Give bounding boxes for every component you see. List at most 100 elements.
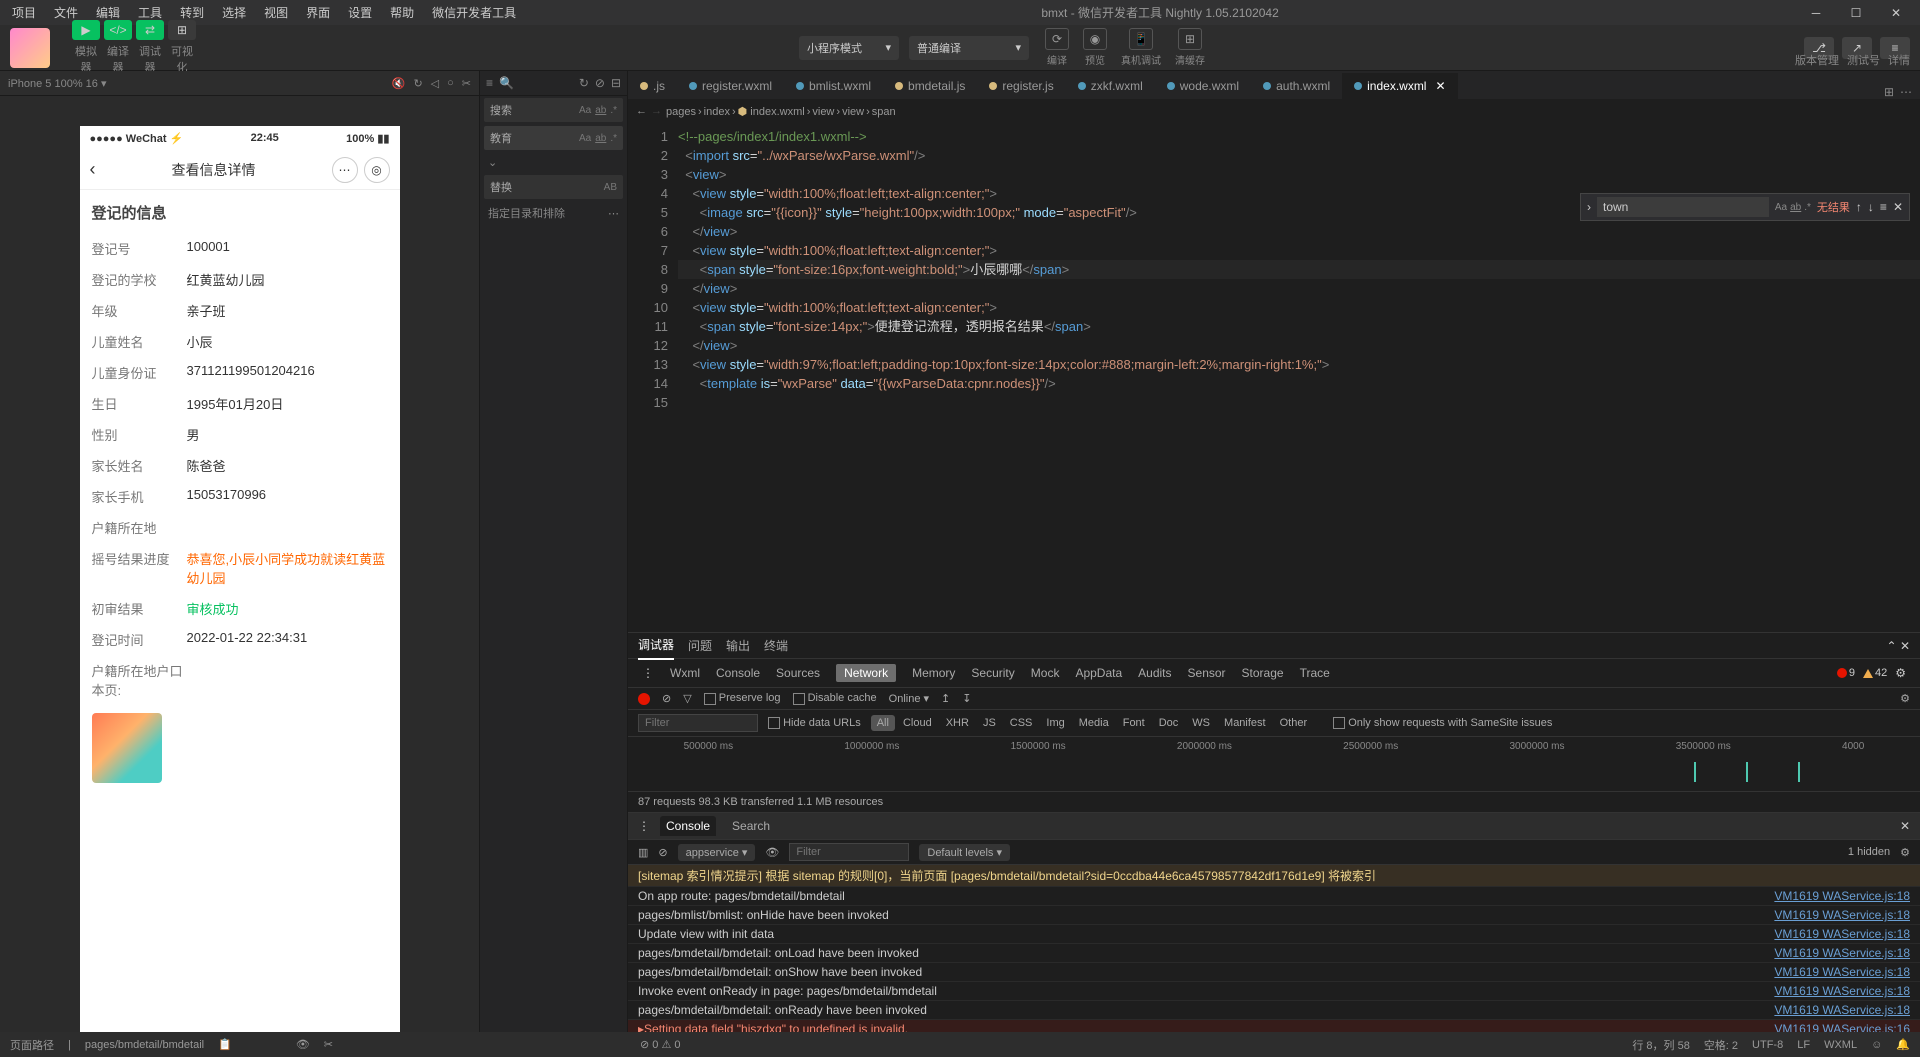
debugger-toggle[interactable]: ⇄ bbox=[136, 20, 164, 40]
menu-帮助[interactable]: 帮助 bbox=[382, 1, 422, 24]
chip-Font[interactable]: Font bbox=[1117, 715, 1151, 731]
cut-icon[interactable]: ✂ bbox=[462, 77, 471, 90]
clear-network-icon[interactable]: ⊘ bbox=[662, 692, 671, 705]
dt-menu-icon[interactable]: ⋮ bbox=[642, 666, 654, 680]
capsule-close[interactable]: ◎ bbox=[364, 157, 390, 183]
console-close-icon[interactable]: ✕ bbox=[1900, 819, 1910, 833]
throttle-select[interactable]: Online ▾ bbox=[889, 692, 929, 705]
collapse-icon[interactable]: ⊟ bbox=[611, 76, 621, 90]
menu-界面[interactable]: 界面 bbox=[298, 1, 338, 24]
menu-项目[interactable]: 项目 bbox=[4, 1, 44, 24]
chip-Manifest[interactable]: Manifest bbox=[1218, 715, 1272, 731]
find-close-icon[interactable]: ✕ bbox=[1893, 200, 1903, 214]
find-expand-icon[interactable]: › bbox=[1587, 200, 1591, 214]
tab-register.wxml[interactable]: register.wxml bbox=[677, 73, 784, 99]
nav-fwd-icon[interactable]: → bbox=[651, 105, 662, 117]
tab-zxkf.wxml[interactable]: zxkf.wxml bbox=[1066, 73, 1155, 99]
console-settings-icon[interactable]: ⚙ bbox=[1900, 846, 1910, 859]
search-icon[interactable]: 🔍 bbox=[499, 76, 514, 90]
warn-badge[interactable]: 42 bbox=[1863, 667, 1887, 679]
chip-All[interactable]: All bbox=[871, 715, 895, 731]
search-result-row[interactable]: 教育 Aaab.* bbox=[484, 126, 623, 150]
bc-pages[interactable]: pages bbox=[666, 106, 696, 118]
devtab-Wxml[interactable]: Wxml bbox=[670, 666, 700, 680]
export-icon[interactable]: ↧ bbox=[962, 692, 971, 705]
menu-设置[interactable]: 设置 bbox=[340, 1, 380, 24]
page-back-button[interactable]: ‹ bbox=[90, 159, 96, 180]
tab-wode.wxml[interactable]: wode.wxml bbox=[1155, 73, 1251, 99]
context-select[interactable]: appservice ▾ bbox=[678, 844, 756, 861]
devtab-Sensor[interactable]: Sensor bbox=[1188, 666, 1226, 680]
network-timeline[interactable]: 500000 ms1000000 ms1500000 ms2000000 ms2… bbox=[628, 737, 1920, 792]
import-icon[interactable]: ↥ bbox=[941, 692, 950, 705]
find-prev-icon[interactable]: ↑ bbox=[1856, 200, 1862, 214]
language-mode[interactable]: WXML bbox=[1824, 1039, 1857, 1051]
bc-index[interactable]: index bbox=[704, 106, 730, 118]
simulator-toggle[interactable]: ▶ bbox=[72, 20, 100, 40]
console-sidebar-icon[interactable]: ▥ bbox=[638, 846, 648, 859]
chip-CSS[interactable]: CSS bbox=[1004, 715, 1039, 731]
tab-bmdetail.js[interactable]: bmdetail.js bbox=[883, 73, 977, 99]
tab-bmlist.wxml[interactable]: bmlist.wxml bbox=[784, 73, 883, 99]
tab-.js[interactable]: .js bbox=[628, 73, 677, 99]
levels-select[interactable]: Default levels ▾ bbox=[919, 844, 1010, 861]
encoding[interactable]: UTF-8 bbox=[1752, 1039, 1783, 1051]
close-button[interactable]: ✕ bbox=[1876, 0, 1916, 25]
replace-input-row[interactable]: 替换 AB bbox=[484, 175, 623, 199]
error-badge[interactable]: 9 bbox=[1837, 667, 1855, 679]
chip-WS[interactable]: WS bbox=[1186, 715, 1216, 731]
hide-data-urls-check[interactable]: Hide data URLs bbox=[768, 717, 861, 729]
action-真机调试[interactable]: 📱真机调试 bbox=[1115, 28, 1167, 67]
network-filter-input[interactable] bbox=[638, 714, 758, 732]
chip-Other[interactable]: Other bbox=[1274, 715, 1314, 731]
editor-toggle[interactable]: </> bbox=[104, 20, 132, 40]
bc-index.wxml[interactable]: index.wxml bbox=[750, 106, 804, 118]
devtab-Sources[interactable]: Sources bbox=[776, 666, 820, 680]
devtools-settings-icon[interactable]: ⚙ bbox=[1895, 666, 1906, 680]
devtab-Security[interactable]: Security bbox=[971, 666, 1014, 680]
indent-info[interactable]: 空格: 2 bbox=[1704, 1037, 1738, 1053]
eye-status-icon[interactable]: 👁 bbox=[296, 1038, 310, 1051]
record-button[interactable] bbox=[638, 693, 650, 705]
scissors-icon[interactable]: ✂ bbox=[324, 1038, 333, 1051]
refresh-icon[interactable]: ↻ bbox=[579, 76, 589, 90]
search-chevron[interactable]: ⌄ bbox=[480, 152, 627, 173]
chip-XHR[interactable]: XHR bbox=[940, 715, 975, 731]
search-input-row[interactable]: 搜索 Aaab.* bbox=[484, 98, 623, 122]
minimize-button[interactable]: ─ bbox=[1796, 0, 1836, 25]
search-toggle-icon[interactable]: ≡ bbox=[486, 76, 493, 90]
devtab-Memory[interactable]: Memory bbox=[912, 666, 955, 680]
bc-view[interactable]: view bbox=[842, 106, 864, 118]
visual-toggle[interactable]: ⊞ bbox=[168, 20, 196, 40]
devtab-AppData[interactable]: AppData bbox=[1075, 666, 1122, 680]
mute-icon[interactable]: 🔇 bbox=[392, 77, 406, 90]
network-settings-icon[interactable]: ⚙ bbox=[1900, 692, 1910, 705]
console-filter-input[interactable] bbox=[789, 843, 909, 861]
bc-view[interactable]: view bbox=[812, 106, 834, 118]
home-icon[interactable]: ○ bbox=[447, 77, 454, 90]
copy-path-icon[interactable]: 📋 bbox=[218, 1038, 232, 1051]
maximize-button[interactable]: ☐ bbox=[1836, 0, 1876, 25]
compile-mode-select[interactable]: 普通编译▾ bbox=[909, 36, 1029, 60]
menu-微信开发者工具[interactable]: 微信开发者工具 bbox=[424, 1, 524, 24]
chip-Media[interactable]: Media bbox=[1073, 715, 1115, 731]
bell-icon[interactable]: 🔔 bbox=[1896, 1038, 1910, 1051]
program-mode-select[interactable]: 小程序模式▾ bbox=[799, 36, 899, 60]
dt-tab-问题[interactable]: 问题 bbox=[688, 632, 712, 659]
tab-auth.wxml[interactable]: auth.wxml bbox=[1251, 73, 1342, 99]
device-select[interactable]: iPhone 5 100% 16 ▾ bbox=[8, 77, 106, 90]
samesite-check[interactable]: Only show requests with SameSite issues bbox=[1333, 717, 1552, 729]
dt-up-icon[interactable]: ⌃ bbox=[1887, 639, 1897, 653]
tab-index.wxml[interactable]: index.wxml ✕ bbox=[1342, 73, 1457, 99]
rotate-icon[interactable]: ↻ bbox=[413, 77, 422, 90]
split-icon[interactable]: ⊞ bbox=[1884, 85, 1894, 99]
chip-JS[interactable]: JS bbox=[977, 715, 1002, 731]
filter-toggle-icon[interactable]: ▽ bbox=[683, 692, 691, 705]
console-menu-icon[interactable]: ⋮ bbox=[638, 819, 650, 833]
hidden-count[interactable]: 1 hidden bbox=[1848, 846, 1890, 858]
devtab-Trace[interactable]: Trace bbox=[1300, 666, 1330, 680]
chip-Img[interactable]: Img bbox=[1040, 715, 1070, 731]
chip-Cloud[interactable]: Cloud bbox=[897, 715, 938, 731]
eye-icon[interactable]: 👁 bbox=[765, 846, 779, 859]
back-icon[interactable]: ◁ bbox=[431, 77, 439, 90]
